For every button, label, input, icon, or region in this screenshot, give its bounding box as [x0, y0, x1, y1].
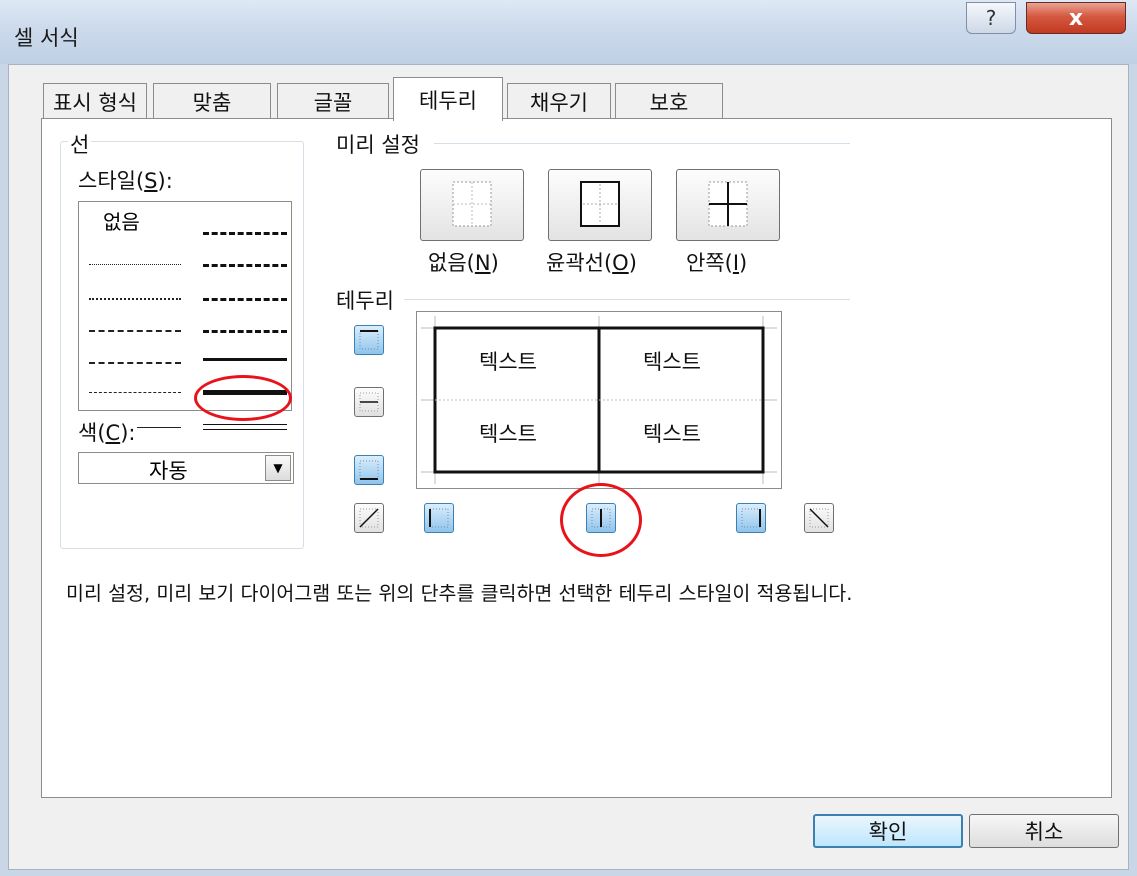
preset-inside-label: 안쪽(I) — [686, 251, 748, 275]
preset-outline-label: 윤곽선(O) — [546, 251, 637, 275]
border-tab-panel: 선 스타일(S): 없음 색(C): 자동 ▼ 미리 설정 없음(N) 윤곽선(… — [41, 118, 1112, 798]
tab-protection[interactable]: 보호 — [615, 83, 723, 119]
preview-cell-text: 텍스트 — [479, 350, 537, 374]
line-style-list[interactable]: 없음 — [78, 201, 292, 430]
preview-grid — [421, 316, 777, 484]
border-top-button[interactable] — [354, 325, 384, 355]
preview-cell-text: 텍스트 — [643, 422, 701, 446]
border-right-icon — [741, 508, 761, 528]
style-medium-dash-dot-dot[interactable] — [203, 232, 287, 235]
presets-label: 미리 설정 — [334, 129, 422, 159]
chevron-down-icon[interactable]: ▼ — [265, 455, 291, 481]
style-dashed[interactable] — [89, 392, 181, 393]
border-bottom-icon — [359, 460, 379, 480]
style-hair[interactable] — [89, 264, 181, 265]
diagonal-down-icon — [809, 508, 829, 528]
presets-divider — [434, 143, 850, 144]
preset-outline-icon — [580, 181, 620, 227]
diagonal-up-icon — [359, 508, 379, 528]
color-label: 색(C): — [76, 417, 138, 447]
preset-inside-button[interactable] — [676, 169, 780, 241]
help-icon: ? — [985, 6, 997, 30]
preset-none-button[interactable] — [420, 169, 524, 241]
preset-none-label: 없음(N) — [428, 251, 499, 275]
border-inside-horizontal-button[interactable] — [354, 387, 384, 417]
dialog-body: 표시 형식 맞춤 글꼴 테두리 채우기 보호 선 스타일(S): 없음 색(C)… — [8, 64, 1129, 870]
close-button[interactable]: x — [1026, 2, 1126, 34]
border-right-button[interactable] — [736, 503, 766, 533]
style-double[interactable] — [203, 424, 287, 430]
help-button[interactable]: ? — [966, 2, 1016, 34]
style-label: 스타일(S): — [76, 165, 175, 195]
style-dash-dot-dot[interactable] — [89, 330, 181, 332]
style-none[interactable]: 없음 — [103, 206, 140, 235]
preset-inside-icon — [708, 181, 748, 227]
border-top-icon — [359, 330, 379, 350]
border-divider — [404, 299, 850, 300]
tab-number-format[interactable]: 표시 형식 — [43, 83, 147, 119]
tab-font[interactable]: 글꼴 — [277, 83, 389, 119]
border-preview[interactable]: 텍스트 텍스트 텍스트 텍스트 — [416, 311, 782, 489]
border-diagonal-up-button[interactable] — [354, 503, 384, 533]
title-bar: 셀 서식 ? x — [0, 0, 1137, 64]
style-dotted[interactable] — [89, 298, 181, 300]
border-inside-horizontal-icon — [359, 392, 379, 412]
border-inside-vertical-button[interactable] — [586, 503, 616, 533]
ok-button[interactable]: 확인 — [813, 814, 963, 848]
preset-outline-button[interactable] — [548, 169, 652, 241]
preview-cell-text: 텍스트 — [479, 422, 537, 446]
style-slant-dash-dot[interactable] — [203, 264, 287, 267]
tab-fill[interactable]: 채우기 — [507, 83, 611, 119]
tab-border[interactable]: 테두리 — [393, 77, 503, 121]
border-diagonal-down-button[interactable] — [804, 503, 834, 533]
close-icon: x — [1068, 5, 1084, 31]
hint-text: 미리 설정, 미리 보기 다이어그램 또는 위의 단추를 클릭하면 선택한 테두… — [66, 582, 853, 605]
color-value: 자동 — [149, 459, 188, 483]
style-medium-dash-dot[interactable] — [203, 298, 287, 301]
preview-cell-text: 텍스트 — [643, 350, 701, 374]
window-title: 셀 서식 — [14, 26, 79, 50]
cancel-button[interactable]: 취소 — [969, 814, 1119, 848]
border-left-button[interactable] — [424, 503, 454, 533]
color-select[interactable]: 자동 ▼ — [78, 452, 294, 484]
border-left-icon — [429, 508, 449, 528]
border-label: 테두리 — [334, 285, 396, 315]
preset-none-icon — [452, 181, 492, 227]
tab-alignment[interactable]: 맞춤 — [153, 83, 271, 119]
style-medium-dashed[interactable] — [203, 330, 287, 333]
style-medium[interactable] — [203, 358, 287, 361]
border-inside-vertical-icon — [591, 508, 611, 528]
border-bottom-button[interactable] — [354, 455, 384, 485]
style-thick[interactable] — [203, 390, 287, 395]
style-dash-dot[interactable] — [89, 362, 181, 364]
line-group-label: 선 — [68, 129, 92, 159]
